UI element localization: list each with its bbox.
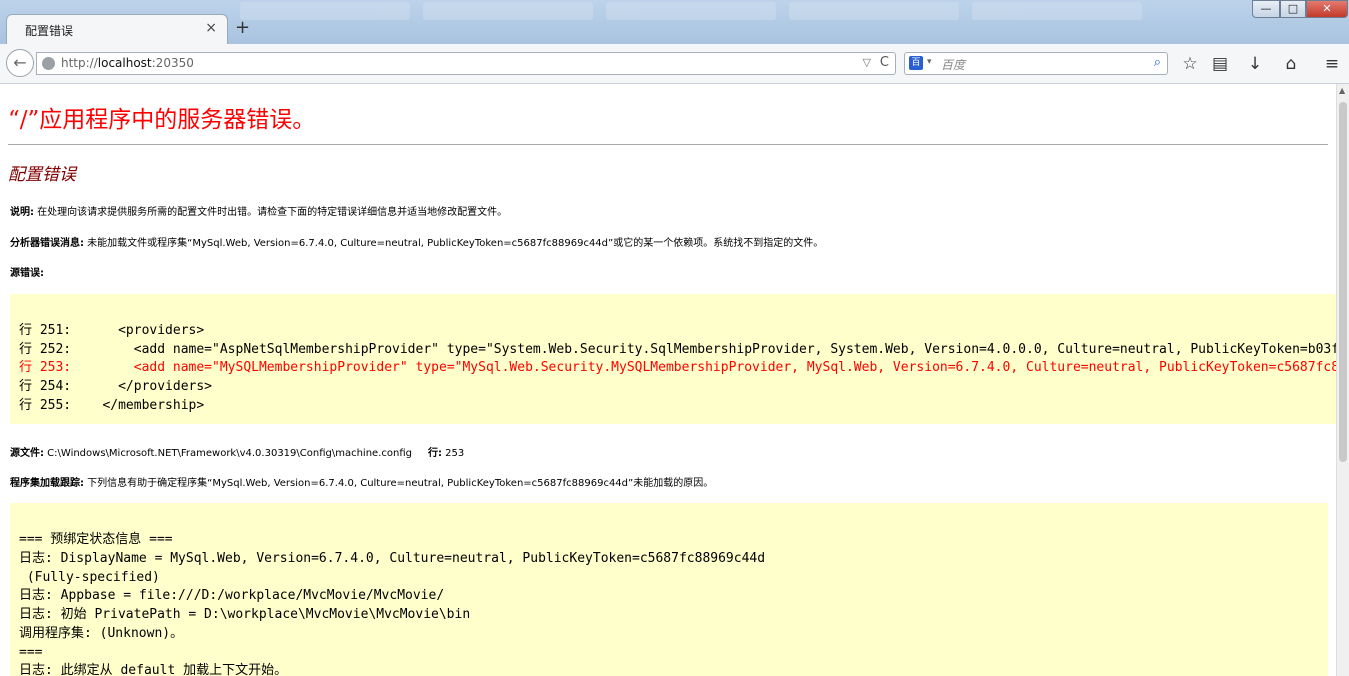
search-icon[interactable]: ⌕	[1154, 55, 1161, 70]
title-bar: 配置错误 × + — □ ✕	[0, 0, 1349, 44]
active-tab[interactable]: 配置错误 ×	[6, 14, 228, 44]
trace-line: === 预绑定状态信息 ===	[19, 532, 173, 547]
source-line: 行 255: </membership>	[19, 398, 205, 413]
tab-title: 配置错误	[25, 24, 74, 38]
url-port: :20350	[151, 56, 194, 70]
background-tab[interactable]	[606, 2, 777, 20]
url-bar[interactable]: http://localhost:20350 ▽ C	[36, 52, 896, 75]
source-error-heading: 源错误:	[10, 264, 44, 279]
trace-line: 日志: 初始 PrivatePath = D:\workplace\MvcMov…	[19, 607, 471, 622]
globe-icon	[42, 57, 55, 70]
page-title: “/”应用程序中的服务器错误。	[8, 107, 316, 133]
description-text: 在处理向该请求提供服务所需的配置文件时出错。请检查下面的特定错误详细信息并适当地…	[34, 207, 508, 218]
new-tab-button[interactable]: +	[235, 18, 250, 38]
back-button[interactable]: ←	[6, 49, 34, 77]
bookmarks-menu-icon[interactable]: ▤	[1208, 53, 1232, 75]
menu-icon[interactable]: ≡	[1320, 53, 1344, 75]
parser-error-label: 分析器错误消息:	[10, 238, 84, 249]
vertical-scrollbar[interactable]: ▲	[1336, 84, 1349, 676]
url-text[interactable]: http://localhost:20350	[61, 56, 194, 70]
trace-line: (Fully-specified)	[19, 570, 160, 585]
search-input[interactable]: 百度	[941, 56, 965, 73]
trace-line: ===	[19, 645, 43, 660]
scrollbar-thumb[interactable]	[1339, 102, 1347, 462]
assembly-trace-label: 程序集加载跟踪:	[10, 478, 84, 489]
scroll-up-icon[interactable]: ▲	[1339, 86, 1345, 95]
url-prefix: http://	[61, 56, 98, 70]
close-tab-icon[interactable]: ×	[205, 20, 217, 36]
source-line-label: 行:	[427, 448, 442, 459]
parser-error-text: 未能加载文件或程序集“MySql.Web, Version=6.7.4.0, C…	[84, 238, 824, 249]
source-line-number: 253	[441, 448, 465, 459]
source-line: 行 252: <add name="AspNetSqlMembershipPro…	[19, 342, 1336, 357]
description: 说明: 在处理向该请求提供服务所需的配置文件时出错。请检查下面的特定错误详细信息…	[10, 203, 507, 218]
search-engine-dropdown-icon[interactable]: ▾	[927, 57, 932, 67]
url-host: localhost	[97, 56, 152, 70]
assembly-trace-code: === 预绑定状态信息 === 日志: DisplayName = MySql.…	[10, 503, 1328, 676]
error-subtitle: 配置错误	[8, 165, 76, 185]
trace-line: 日志: 此绑定从 default 加载上下文开始。	[19, 663, 288, 676]
background-tab[interactable]	[972, 2, 1143, 20]
source-line-highlighted: 行 253: <add name="MySQLMembershipProvide…	[19, 360, 1336, 375]
bookmark-star-icon[interactable]: ☆	[1178, 53, 1202, 75]
window-close-button[interactable]: ✕	[1306, 0, 1348, 18]
description-label: 说明:	[10, 207, 34, 218]
minimize-button[interactable]: —	[1252, 0, 1280, 18]
source-line: 行 251: <providers>	[19, 323, 205, 338]
assembly-load-trace: 程序集加载跟踪: 下列信息有助于确定程序集“MySql.Web, Version…	[10, 474, 713, 489]
download-icon[interactable]: ↓	[1243, 53, 1267, 75]
background-tabs	[240, 2, 1229, 24]
history-dropdown-icon[interactable]: ▽	[863, 56, 871, 69]
parser-error-message: 分析器错误消息: 未能加载文件或程序集“MySql.Web, Version=6…	[10, 234, 823, 249]
trace-line: 调用程序集: (Unknown)。	[19, 626, 184, 641]
source-error-label: 源错误:	[10, 268, 44, 279]
trace-line: 日志: Appbase = file:///D:/workplace/MvcMo…	[19, 588, 445, 603]
source-line: 行 254: </providers>	[19, 379, 213, 394]
source-file-path: C:\Windows\Microsoft.NET\Framework\v4.0.…	[44, 448, 412, 459]
source-file-label: 源文件:	[10, 448, 44, 459]
search-engine-icon[interactable]: 百	[909, 56, 923, 70]
background-tab[interactable]	[240, 2, 410, 20]
source-error-code: 行 251: <providers> 行 252: <add name="Asp…	[10, 294, 1336, 424]
navigation-bar: ← http://localhost:20350 ▽ C 百 ▾ 百度 ⌕ ☆ …	[0, 44, 1349, 84]
search-bar[interactable]: 百 ▾ 百度 ⌕	[904, 52, 1168, 75]
maximize-button[interactable]: □	[1280, 0, 1306, 18]
assembly-trace-text: 下列信息有助于确定程序集“MySql.Web, Version=6.7.4.0,…	[84, 478, 714, 489]
home-icon[interactable]: ⌂	[1279, 53, 1303, 75]
page-content: “/”应用程序中的服务器错误。 配置错误 说明: 在处理向该请求提供服务所需的配…	[0, 84, 1336, 676]
trace-line: 日志: DisplayName = MySql.Web, Version=6.7…	[19, 551, 766, 566]
source-file: 源文件: C:\Windows\Microsoft.NET\Framework\…	[10, 444, 464, 459]
divider	[8, 144, 1328, 145]
background-tab[interactable]	[789, 2, 960, 20]
reload-icon[interactable]: C	[880, 55, 889, 70]
background-tab[interactable]	[423, 2, 594, 20]
